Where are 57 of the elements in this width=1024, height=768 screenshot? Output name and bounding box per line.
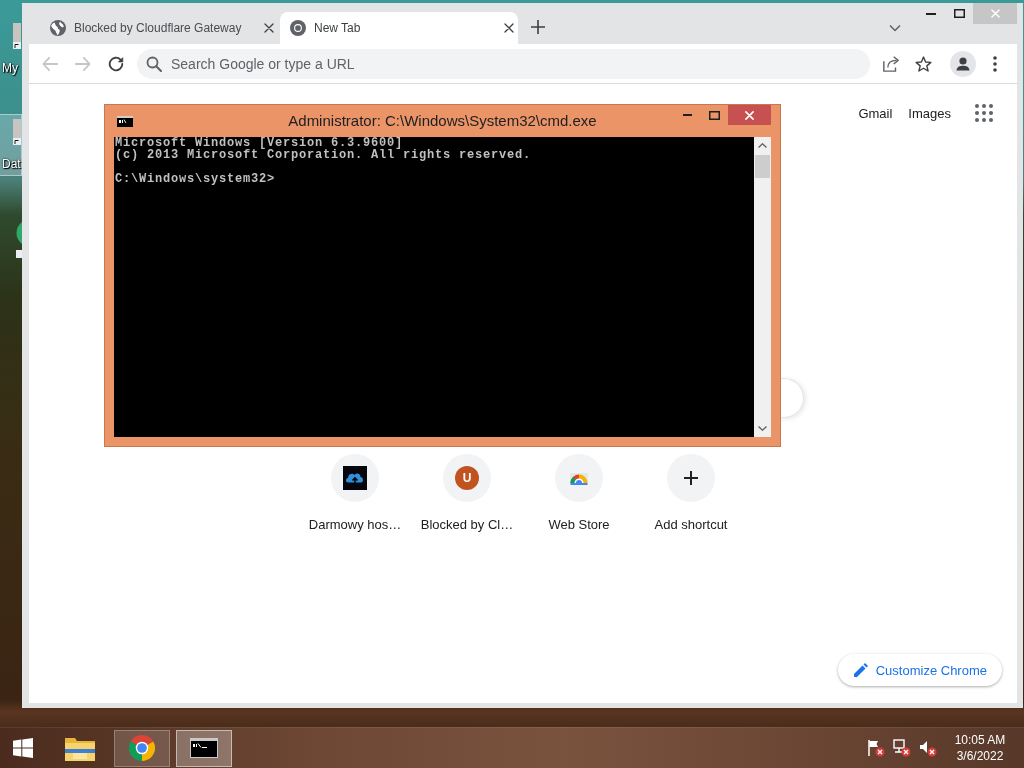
plus-icon	[667, 454, 715, 502]
desktop-icon[interactable]: My	[0, 18, 22, 80]
chevron-down-icon[interactable]	[889, 24, 901, 32]
browser-tab[interactable]: Blocked by Cloudflare Gateway	[40, 12, 278, 44]
window-title: Administrator: C:\Windows\System32\cmd.exe	[288, 111, 597, 131]
chrome-logo-icon	[129, 735, 155, 761]
minimize-icon[interactable]	[926, 12, 936, 15]
shortcut-tile[interactable]: U Blocked by Cl…	[411, 446, 523, 534]
rainbow-arch-icon	[555, 454, 603, 502]
desktop-icon-label: Dat	[1, 157, 21, 171]
scroll-down-icon[interactable]	[758, 426, 767, 431]
console-icon	[190, 738, 218, 758]
header-link[interactable]: Images	[908, 105, 951, 121]
address-bar[interactable]: Search Google or type a URL	[137, 48, 870, 79]
header-link[interactable]: Gmail	[858, 105, 893, 121]
star-icon[interactable]	[914, 55, 932, 72]
browser-tab[interactable]: New Tab	[280, 12, 518, 44]
desktop-icon-label: My	[1, 61, 19, 75]
apps-grid-icon[interactable]	[975, 104, 993, 122]
clock-time: 10:05 AM	[954, 732, 1006, 748]
clock[interactable]: 10:05 AM 3/6/2022	[948, 732, 1012, 764]
scroll-up-icon[interactable]	[758, 143, 767, 148]
shortcut-tile[interactable]: Add shortcut	[635, 446, 747, 534]
search-icon	[146, 55, 162, 72]
customize-chrome-button[interactable]: Customize Chrome	[837, 654, 1002, 686]
taskbar-button[interactable]	[176, 729, 232, 767]
shortcut-tile[interactable]: Darmowy hos…	[299, 446, 411, 534]
pencil-icon	[853, 663, 868, 677]
close-tab-icon[interactable]	[264, 23, 274, 33]
network-icon[interactable]	[893, 739, 911, 757]
close-icon	[990, 9, 1000, 18]
letter-avatar: U	[443, 454, 491, 502]
more-menu-icon[interactable]	[993, 55, 997, 72]
flag-icon[interactable]	[867, 739, 885, 757]
close-icon	[745, 110, 754, 120]
new-tab-icon[interactable]	[530, 19, 546, 35]
console-prompt: C:\Windows\system32>	[115, 173, 277, 185]
clock-date: 3/6/2022	[956, 748, 1004, 764]
reload-icon[interactable]	[108, 55, 124, 72]
console-line: (c) 2013 Microsoft Corporation. All rights reserved.	[115, 149, 533, 161]
scrollbar[interactable]	[754, 137, 771, 437]
avatar-icon[interactable]	[950, 50, 976, 77]
shortcut-tile[interactable]: Web Store	[523, 446, 635, 534]
console-line: Microsoft Windows [Version 6.3.9600]	[115, 137, 404, 149]
window-close-button[interactable]	[728, 105, 771, 125]
globe-icon	[50, 20, 66, 36]
mute-icon[interactable]	[919, 739, 937, 757]
maximize-icon[interactable]	[953, 9, 965, 18]
start-menu-icon[interactable]	[13, 738, 33, 758]
scrollbar-thumb[interactable]	[755, 155, 770, 178]
console-icon	[117, 115, 133, 127]
share-icon[interactable]	[882, 55, 900, 72]
close-tab-icon[interactable]	[504, 23, 514, 33]
cloud-upload-icon	[331, 454, 379, 502]
chrome-logo-icon	[290, 20, 306, 36]
maximize-icon[interactable]	[709, 110, 720, 120]
taskbar-button[interactable]	[114, 729, 170, 767]
